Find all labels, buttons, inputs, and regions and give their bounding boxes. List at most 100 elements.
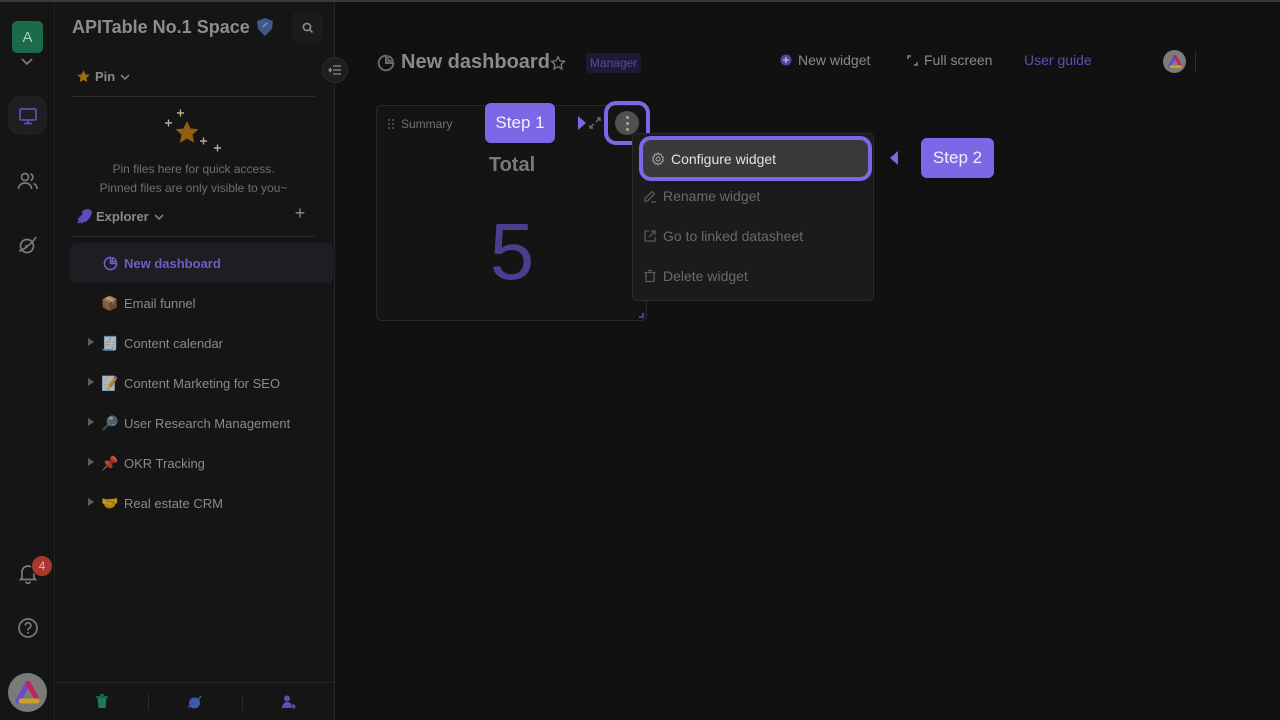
user-guide-link[interactable]: User guide xyxy=(1024,52,1092,68)
dashboard-header: New dashboard Manager xyxy=(377,51,642,74)
dashboard-icon xyxy=(377,54,395,71)
explorer-section-header[interactable]: Explorer xyxy=(76,209,165,224)
full-screen-button[interactable]: Full screen xyxy=(907,52,992,68)
tree-item-label: Content calendar xyxy=(124,335,224,351)
chevron-down-icon xyxy=(120,73,130,80)
user-guide-label: User guide xyxy=(1024,52,1092,68)
sidebar: APITable No.1 Space Pin Pin files here f… xyxy=(56,2,348,720)
expand-caret-icon[interactable] xyxy=(88,338,94,346)
expand-caret-icon[interactable] xyxy=(88,418,94,426)
account-avatar[interactable] xyxy=(1163,50,1186,73)
widget-name: Summary xyxy=(401,117,453,131)
page-title[interactable]: New dashboard xyxy=(401,51,550,74)
people-icon xyxy=(17,172,38,189)
notification-badge: 4 xyxy=(31,555,53,577)
sidebar-footer xyxy=(56,682,335,720)
divider xyxy=(1195,50,1196,72)
search-button[interactable] xyxy=(292,12,323,43)
pencil-icon xyxy=(644,190,656,203)
trash-button[interactable] xyxy=(56,683,148,720)
menu-item-label: Go to linked datasheet xyxy=(663,228,804,244)
rail-item-templates[interactable] xyxy=(8,225,47,264)
full-screen-label: Full screen xyxy=(924,52,993,68)
new-widget-button[interactable]: New widget xyxy=(780,52,870,68)
rail-item-contacts[interactable] xyxy=(8,161,47,200)
help-button[interactable] xyxy=(8,608,47,647)
tree-item-label: OKR Tracking xyxy=(124,455,205,471)
trash-icon xyxy=(96,694,109,708)
tree-item-content-calendar[interactable]: 🧾 Content calendar xyxy=(70,323,333,363)
pin-section-header[interactable]: Pin xyxy=(76,69,131,84)
more-icon[interactable] xyxy=(615,111,639,135)
plus-circle-icon xyxy=(780,54,792,66)
dashboard-icon xyxy=(101,254,119,272)
space-avatar[interactable]: A xyxy=(12,21,43,53)
expand-caret-icon[interactable] xyxy=(88,498,94,506)
rail-item-workbench[interactable] xyxy=(8,96,47,135)
step2-callout: Step 2 xyxy=(921,138,994,178)
receipt-icon: 🧾 xyxy=(101,334,119,351)
pin-empty-line1: Pin files here for quick access. xyxy=(112,162,275,176)
tree-item-label: Email funnel xyxy=(124,295,196,311)
star-outline-icon[interactable] xyxy=(549,54,566,71)
invite-member-icon xyxy=(281,695,296,709)
trash-icon xyxy=(644,269,656,283)
collapse-sidebar-button[interactable] xyxy=(322,57,348,83)
planet-icon xyxy=(188,695,203,708)
drag-handle-icon[interactable] xyxy=(387,118,395,130)
star-icon xyxy=(77,70,90,83)
pin-label: Pin xyxy=(95,69,116,84)
pin-empty-line2: Pinned files are only visible to you~ xyxy=(99,181,288,195)
tree-item-new-dashboard[interactable]: New dashboard xyxy=(70,243,333,283)
resize-handle[interactable] xyxy=(639,313,644,318)
tree-item-user-research[interactable]: 🔎 User Research Management xyxy=(70,403,333,443)
handshake-icon: 🤝 xyxy=(101,494,119,511)
apitable-logo-icon xyxy=(1167,54,1182,68)
space-name: APITable No.1 Space xyxy=(72,16,250,37)
invite-member-button[interactable] xyxy=(243,683,335,720)
expand-caret-icon[interactable] xyxy=(88,458,94,466)
menu-item-label: Rename widget xyxy=(663,188,761,204)
menu-item-delete-widget[interactable]: Delete widget xyxy=(643,268,748,284)
planet-icon xyxy=(18,236,37,253)
explorer-label: Explorer xyxy=(96,209,149,224)
chevron-down-icon xyxy=(154,213,164,220)
tree-item-real-estate-crm[interactable]: 🤝 Real estate CRM xyxy=(70,483,333,523)
tree-item-email-funnel[interactable]: 📦 Email funnel xyxy=(70,283,333,323)
tree-item-label: New dashboard xyxy=(124,255,221,271)
external-link-icon xyxy=(644,230,656,242)
divider xyxy=(72,96,315,97)
step1-pointer xyxy=(578,116,586,130)
collapse-icon xyxy=(328,65,341,75)
tree-item-okr-tracking[interactable]: 📌 OKR Tracking xyxy=(70,443,333,483)
expand-icon[interactable] xyxy=(588,116,602,130)
rocket-icon xyxy=(77,209,92,224)
menu-item-configure-widget[interactable]: Configure widget xyxy=(639,136,872,181)
pin-empty-state: Pin files here for quick access. Pinned … xyxy=(72,107,315,198)
divider xyxy=(72,236,315,237)
step2-pointer xyxy=(890,151,898,165)
tree-item-content-marketing-seo[interactable]: 📝 Content Marketing for SEO xyxy=(70,363,333,403)
question-icon xyxy=(17,617,38,638)
add-node-button[interactable]: + xyxy=(292,204,308,222)
fullscreen-icon xyxy=(907,54,918,66)
tree-item-label: User Research Management xyxy=(124,415,291,431)
chevron-down-icon[interactable] xyxy=(20,57,34,67)
space-title[interactable]: APITable No.1 Space xyxy=(72,16,276,38)
package-icon: 📦 xyxy=(101,294,119,311)
tree-item-label: Content Marketing for SEO xyxy=(124,375,281,391)
menu-item-go-to-linked-datasheet[interactable]: Go to linked datasheet xyxy=(643,228,803,244)
memo-icon: 📝 xyxy=(101,374,119,391)
user-avatar[interactable] xyxy=(8,673,47,712)
tree-item-label: Real estate CRM xyxy=(124,495,223,511)
file-tree: New dashboard 📦 Email funnel 🧾 Content c… xyxy=(70,243,333,523)
search-icon xyxy=(302,22,313,33)
gear-icon xyxy=(651,151,665,166)
expand-caret-icon[interactable] xyxy=(88,378,94,386)
new-widget-label: New widget xyxy=(798,52,871,68)
shield-badge-icon xyxy=(256,18,273,36)
menu-item-rename-widget[interactable]: Rename widget xyxy=(643,188,760,204)
menu-item-label: Delete widget xyxy=(663,268,748,284)
magnifier-icon: 🔎 xyxy=(101,414,119,431)
template-center-button[interactable] xyxy=(149,683,241,720)
